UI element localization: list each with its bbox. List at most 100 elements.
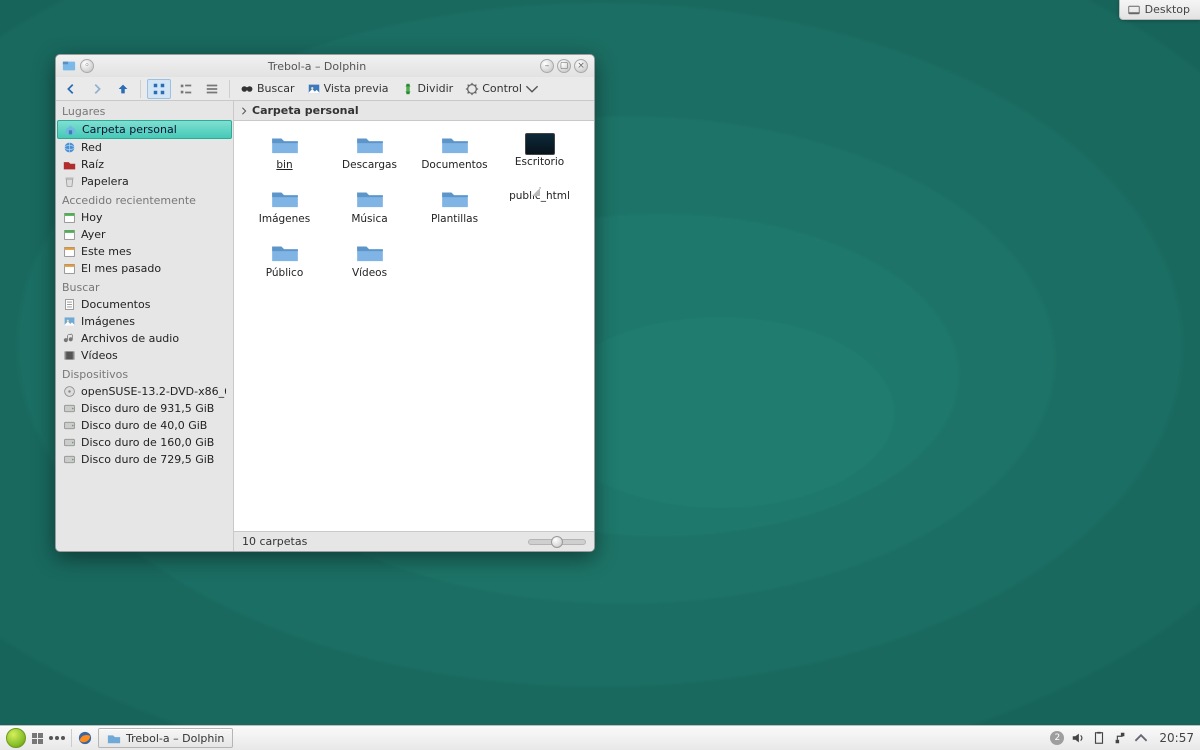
sidebar-item-label: Hoy bbox=[81, 211, 103, 224]
sidebar-search-images[interactable]: Imágenes bbox=[57, 313, 232, 330]
clock[interactable]: 20:57 bbox=[1159, 731, 1194, 745]
split-button[interactable]: Dividir bbox=[397, 80, 458, 98]
folder-icon bbox=[107, 731, 121, 745]
file-item[interactable]: Documentos bbox=[412, 133, 497, 183]
sidebar-item-label: Carpeta personal bbox=[82, 123, 177, 136]
tray-expand-icon[interactable] bbox=[1134, 731, 1148, 745]
preview-button[interactable]: Vista previa bbox=[303, 80, 393, 98]
sidebar-item-root[interactable]: Raíz bbox=[57, 156, 232, 173]
breadcrumb[interactable]: Carpeta personal bbox=[234, 101, 594, 121]
file-label: Público bbox=[266, 268, 304, 279]
file-item[interactable]: Imágenes bbox=[242, 187, 327, 237]
device-hdd-3[interactable]: Disco duro de 729,5 GiB bbox=[57, 451, 232, 468]
trash-icon bbox=[63, 175, 76, 188]
file-item[interactable]: Vídeos bbox=[327, 241, 412, 291]
chevron-right-icon bbox=[240, 107, 248, 115]
sidebar-item-label: Red bbox=[81, 141, 102, 154]
search-button[interactable]: Buscar bbox=[236, 80, 299, 98]
sidebar-search-videos[interactable]: Vídeos bbox=[57, 347, 232, 364]
task-entry-dolphin[interactable]: Trebol-a – Dolphin bbox=[98, 728, 233, 748]
folder-icon bbox=[440, 133, 470, 158]
pin-button[interactable]: ◦ bbox=[80, 59, 94, 73]
minimize-button[interactable]: – bbox=[540, 59, 554, 73]
file-label: Descargas bbox=[342, 160, 397, 171]
file-view: Carpeta personal bin Descargas Documentos E… bbox=[234, 101, 594, 551]
device-hdd-1[interactable]: Disco duro de 40,0 GiB bbox=[57, 417, 232, 434]
zoom-knob[interactable] bbox=[551, 536, 563, 548]
folder-icon bbox=[270, 133, 300, 158]
control-button[interactable]: Control bbox=[461, 80, 543, 98]
panel-icon bbox=[1128, 4, 1140, 16]
close-button[interactable]: × bbox=[574, 59, 588, 73]
desktop-toolbox[interactable]: Desktop bbox=[1119, 0, 1200, 20]
sidebar-item-label: Ayer bbox=[81, 228, 106, 241]
file-item[interactable]: Público bbox=[242, 241, 327, 291]
back-button[interactable] bbox=[60, 80, 82, 98]
network-tray-icon[interactable] bbox=[1113, 731, 1127, 745]
icon-grid[interactable]: bin Descargas Documentos Escritorio Imágenes… bbox=[234, 121, 594, 531]
folder-icon bbox=[270, 187, 300, 212]
file-item[interactable]: Plantillas bbox=[412, 187, 497, 237]
view-icons-button[interactable] bbox=[147, 79, 171, 99]
file-label: Documentos bbox=[421, 160, 487, 171]
device-hdd-2[interactable]: Disco duro de 160,0 GiB bbox=[57, 434, 232, 451]
firefox-icon[interactable] bbox=[78, 731, 92, 745]
devices-header: Dispositivos bbox=[56, 364, 233, 383]
sidebar-item-month[interactable]: Este mes bbox=[57, 243, 232, 260]
image-icon bbox=[63, 315, 76, 328]
sidebar-item-label: Este mes bbox=[81, 245, 131, 258]
folder-icon bbox=[440, 187, 470, 212]
forward-button[interactable] bbox=[86, 80, 108, 98]
hdd-icon bbox=[63, 453, 76, 466]
calendar-icon bbox=[63, 211, 76, 224]
sidebar-search-documents[interactable]: Documentos bbox=[57, 296, 232, 313]
optical-icon bbox=[63, 385, 76, 398]
sidebar-item-label: Imágenes bbox=[81, 315, 135, 328]
file-label: Imágenes bbox=[259, 214, 310, 225]
hdd-icon bbox=[63, 419, 76, 432]
zoom-slider[interactable] bbox=[528, 539, 586, 545]
doc-icon bbox=[63, 298, 76, 311]
sidebar-item-label: Papelera bbox=[81, 175, 129, 188]
file-label: Escritorio bbox=[515, 157, 564, 168]
sidebar-item-network[interactable]: Red bbox=[57, 139, 232, 156]
sidebar-item-label: Disco duro de 931,5 GiB bbox=[81, 402, 214, 415]
sidebar-item-label: Archivos de audio bbox=[81, 332, 179, 345]
updates-badge[interactable]: 2 bbox=[1050, 731, 1064, 745]
home-icon bbox=[64, 123, 77, 136]
calendar-icon bbox=[63, 228, 76, 241]
view-details-button[interactable] bbox=[201, 80, 223, 98]
up-button[interactable] bbox=[112, 80, 134, 98]
file-item[interactable]: Escritorio bbox=[497, 133, 582, 183]
clipboard-icon[interactable] bbox=[1092, 731, 1106, 745]
pager[interactable] bbox=[49, 736, 65, 740]
sidebar-item-trash[interactable]: Papelera bbox=[57, 173, 232, 190]
calendar-icon bbox=[63, 262, 76, 275]
sidebar-search-audio[interactable]: Archivos de audio bbox=[57, 330, 232, 347]
device-optical[interactable]: openSUSE-13.2-DVD-x86_640051 bbox=[57, 383, 232, 400]
window-titlebar[interactable]: ◦ Trebol-a – Dolphin – ▢ × bbox=[56, 55, 594, 77]
volume-icon[interactable] bbox=[1071, 731, 1085, 745]
file-item[interactable]: Descargas bbox=[327, 133, 412, 183]
maximize-button[interactable]: ▢ bbox=[557, 59, 571, 73]
activity-switcher[interactable] bbox=[32, 733, 43, 744]
sidebar-item-yesterday[interactable]: Ayer bbox=[57, 226, 232, 243]
file-item[interactable]: public_html bbox=[497, 187, 582, 237]
sidebar-item-label: Disco duro de 729,5 GiB bbox=[81, 453, 214, 466]
view-compact-button[interactable] bbox=[175, 80, 197, 98]
sidebar-item-label: El mes pasado bbox=[81, 262, 161, 275]
sidebar-item-today[interactable]: Hoy bbox=[57, 209, 232, 226]
sidebar-item-home[interactable]: Carpeta personal bbox=[57, 120, 232, 139]
file-item[interactable]: bin bbox=[242, 133, 327, 183]
file-item[interactable]: Música bbox=[327, 187, 412, 237]
file-label: Plantillas bbox=[431, 214, 478, 225]
audio-icon bbox=[63, 332, 76, 345]
sidebar-item-last-month[interactable]: El mes pasado bbox=[57, 260, 232, 277]
network-icon bbox=[63, 141, 76, 154]
system-tray: 2 20:57 bbox=[1050, 731, 1194, 745]
file-label: bin bbox=[276, 160, 292, 171]
status-text: 10 carpetas bbox=[242, 535, 307, 548]
app-launcher[interactable] bbox=[6, 728, 26, 748]
device-hdd-0[interactable]: Disco duro de 931,5 GiB bbox=[57, 400, 232, 417]
desktop-toolbox-label: Desktop bbox=[1145, 3, 1190, 16]
